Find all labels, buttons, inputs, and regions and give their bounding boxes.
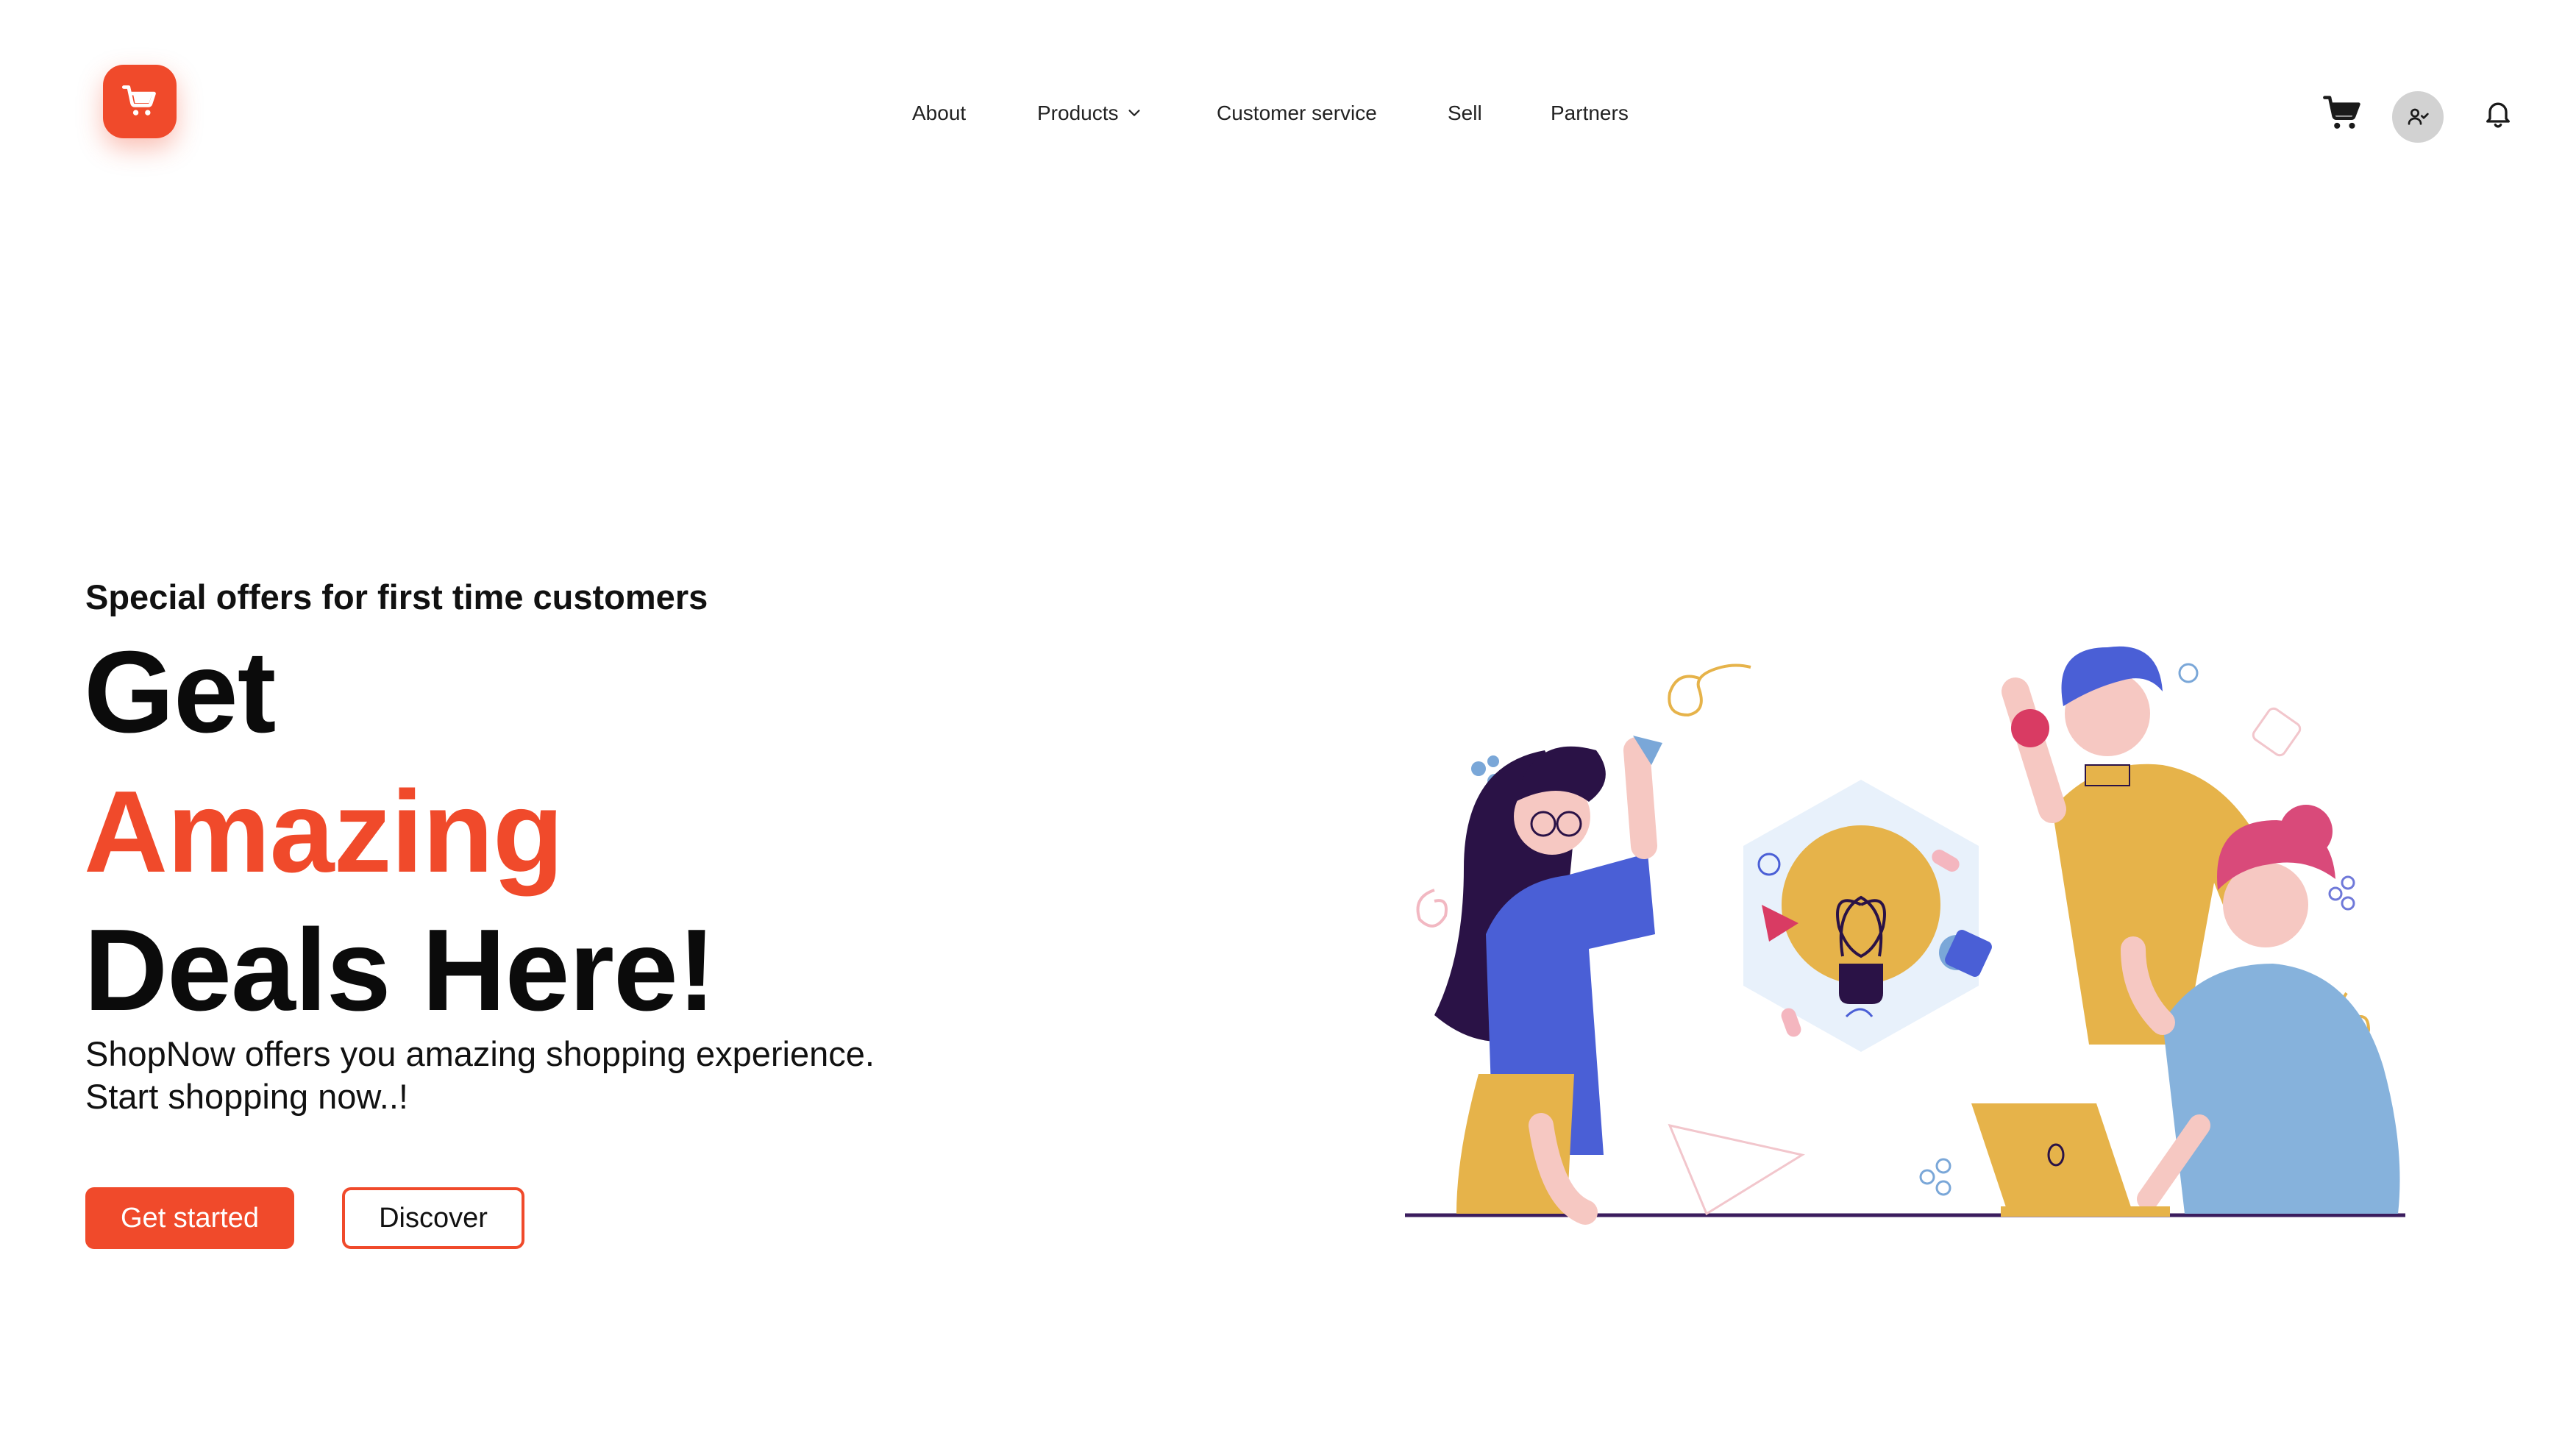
cart-button[interactable] <box>2321 93 2363 134</box>
team-brainstorming-illustration <box>1405 646 2405 1225</box>
nav-item-label: Sell <box>1448 102 1482 124</box>
hero-subtext-line-2: Start shopping now..! <box>85 1077 408 1116</box>
hero-headline-line-2: Amazing <box>84 767 563 897</box>
nav-item-label: Customer service <box>1217 102 1377 124</box>
hero-eyebrow: Special offers for first time customers <box>85 577 708 616</box>
bell-icon <box>2486 102 2510 128</box>
nav-item-customer-service[interactable]: Customer service <box>1217 102 1377 125</box>
nav-item-label: Products <box>1037 102 1119 124</box>
nav-item-label: Partners <box>1551 102 1629 124</box>
user-check-icon <box>2408 108 2429 125</box>
notifications-button[interactable] <box>2480 96 2516 131</box>
nav-item-partners[interactable]: Partners <box>1551 102 1629 125</box>
nav-item-about[interactable]: About <box>912 102 966 125</box>
hero-headline-line-1: Get <box>84 627 276 757</box>
profile-button[interactable] <box>2392 91 2444 143</box>
landing-page: About Products Customer service Sell Par… <box>0 0 2576 1455</box>
hero-subtext: ShopNow offers you amazing shopping expe… <box>85 1033 875 1118</box>
nav-item-sell[interactable]: Sell <box>1448 102 1482 125</box>
hero-subtext-line-1: ShopNow offers you amazing shopping expe… <box>85 1034 875 1073</box>
chevron-down-icon <box>1128 110 1140 116</box>
nav-item-products[interactable]: Products <box>1037 102 1142 125</box>
discover-button[interactable]: Discover <box>342 1187 524 1249</box>
shopping-cart-icon <box>2323 96 2360 129</box>
hero-headline-line-3: Deals Here! <box>84 906 716 1035</box>
main-nav: About Products Customer service Sell Par… <box>0 102 2576 134</box>
nav-item-label: About <box>912 102 967 124</box>
get-started-button[interactable]: Get started <box>85 1187 294 1249</box>
